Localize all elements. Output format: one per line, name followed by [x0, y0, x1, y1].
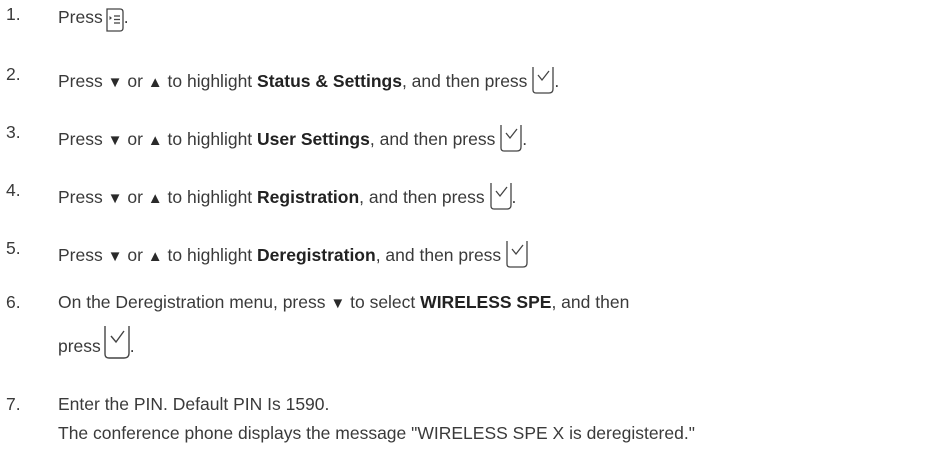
- step-text: Press .: [58, 4, 918, 32]
- step-text-end: .: [123, 7, 129, 27]
- step-text-mid: to highlight: [167, 71, 253, 91]
- ok-check-key-icon: [489, 182, 512, 210]
- up-arrow-icon: ▲: [147, 74, 163, 91]
- step-text-or: or: [127, 71, 143, 91]
- step-text-main: Enter the PIN. Default PIN Is 1590.: [58, 394, 330, 414]
- down-arrow-icon: ▼: [107, 74, 123, 91]
- step-number: 5.: [6, 238, 21, 258]
- step-number: 4.: [6, 180, 21, 200]
- menu-item-label: Registration: [257, 187, 360, 207]
- step-text-press: press: [58, 336, 101, 356]
- step-number: 1.: [6, 4, 21, 24]
- ok-check-key-icon: [500, 124, 522, 152]
- step-text-lead: On the Deregistration menu, press: [58, 292, 326, 312]
- step-text-press: Press: [58, 7, 103, 27]
- step-text: On the Deregistration menu, press ▼ to s…: [58, 292, 918, 359]
- down-arrow-icon: ▼: [107, 190, 123, 207]
- step-text-tail: , and then press: [369, 129, 496, 149]
- ok-check-key-icon: [104, 325, 130, 359]
- step-number: 2.: [6, 64, 21, 84]
- step-text-tail: , and then press: [359, 187, 485, 207]
- step-text-end: .: [129, 336, 135, 356]
- down-arrow-icon: ▼: [107, 248, 123, 265]
- step-text-tail: , and then: [551, 292, 630, 312]
- step-text-end: .: [554, 71, 560, 91]
- step-text-press: Press: [58, 129, 103, 149]
- step-text-tail: , and then press: [375, 245, 502, 265]
- menu-key-icon: [106, 8, 124, 32]
- step-text-mid: to select: [350, 292, 416, 312]
- step-text-press: Press: [58, 71, 103, 91]
- ok-check-key-icon: [506, 240, 528, 268]
- menu-item-label: Deregistration: [257, 245, 376, 265]
- menu-item-label: Status & Settings: [257, 71, 402, 91]
- step-text-or: or: [127, 187, 143, 207]
- ok-check-key-icon: [532, 66, 554, 94]
- instruction-document: 1. Press . 2. Press ▼ or ▲ to highlight …: [0, 0, 935, 462]
- menu-item-label: WIRELESS SPE: [420, 292, 552, 312]
- step-text: Enter the PIN. Default PIN Is 1590. The …: [58, 394, 918, 444]
- step-text: Press ▼ or ▲ to highlight Registration, …: [58, 180, 918, 210]
- step-text-mid: to highlight: [167, 187, 253, 207]
- step-number: 6.: [6, 292, 21, 312]
- step-text-press: Press: [58, 187, 103, 207]
- menu-item-label: User Settings: [257, 129, 370, 149]
- step-text-mid: to highlight: [167, 129, 253, 149]
- step-number: 7.: [6, 394, 21, 414]
- down-arrow-icon: ▼: [107, 132, 123, 149]
- up-arrow-icon: ▲: [147, 190, 163, 207]
- step-text-end: .: [511, 187, 517, 207]
- step-text-line2: The conference phone displays the messag…: [58, 423, 695, 443]
- down-arrow-icon: ▼: [330, 295, 346, 312]
- step-text-end: .: [522, 129, 528, 149]
- up-arrow-icon: ▲: [147, 248, 163, 265]
- step-text-line2: press .: [58, 323, 918, 359]
- step-text-press: Press: [58, 245, 103, 265]
- step-text-mid: to highlight: [167, 245, 253, 265]
- step-text: Press ▼ or ▲ to highlight User Settings,…: [58, 122, 918, 152]
- step-text-or: or: [127, 245, 143, 265]
- step-text: Press ▼ or ▲ to highlight Deregistration…: [58, 238, 918, 268]
- step-text: Press ▼ or ▲ to highlight Status & Setti…: [58, 64, 918, 94]
- step-number: 3.: [6, 122, 21, 142]
- up-arrow-icon: ▲: [147, 132, 163, 149]
- step-text-or: or: [127, 129, 143, 149]
- step-text-tail: , and then press: [401, 71, 528, 91]
